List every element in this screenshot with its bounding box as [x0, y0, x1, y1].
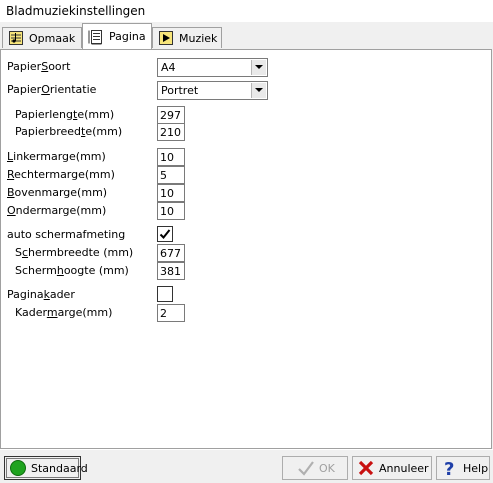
tab-opmaak[interactable]: Opmaak — [2, 27, 82, 48]
auto-screen-label: auto schermafmeting — [7, 228, 126, 241]
help-button-label: Help — [463, 461, 489, 475]
annuleer-button[interactable]: Annuleer — [352, 456, 432, 480]
chevron-down-icon[interactable] — [251, 60, 266, 75]
page-frame-checkbox[interactable] — [157, 286, 173, 302]
frame-margin-label: Kadermarge(mm) — [15, 306, 113, 319]
standaard-button[interactable]: Standaard — [4, 456, 88, 480]
ok-button-label: OK — [319, 461, 335, 475]
help-button[interactable]: ? Help — [436, 456, 490, 480]
title-bar: Bladmuziekinstellingen — [0, 0, 493, 22]
top-margin-row: Bovenmarge(mm) 10 — [0, 184, 493, 202]
tab-pagina-label: Pagina — [109, 30, 146, 43]
page-frame-row: Paginakader — [0, 286, 493, 304]
page-frame-label: Paginakader — [7, 288, 75, 301]
right-margin-row: Rechtermarge(mm) 5 — [0, 166, 493, 184]
music-sheet-icon — [8, 30, 24, 46]
right-margin-input[interactable]: 5 — [157, 166, 185, 184]
chevron-down-icon[interactable] — [251, 83, 266, 98]
auto-screen-row: auto schermafmeting — [0, 226, 493, 244]
question-icon: ? — [441, 459, 459, 480]
top-margin-label: Bovenmarge(mm) — [7, 186, 108, 199]
standaard-button-label: Standaard — [31, 461, 88, 475]
frame-margin-input[interactable]: 2 — [157, 304, 185, 322]
right-margin-label: Rechtermarge(mm) — [7, 168, 115, 181]
page-icon — [88, 29, 104, 45]
left-margin-row: Linkermarge(mm) 10 — [0, 148, 493, 166]
green-circle-icon — [9, 459, 27, 477]
paper-width-label: Papierbreedte(mm) — [15, 125, 123, 138]
left-margin-input[interactable]: 10 — [157, 148, 185, 166]
bottom-margin-label: Ondermarge(mm) — [7, 204, 107, 217]
screen-width-input[interactable]: 677 — [157, 244, 185, 262]
annuleer-button-label: Annuleer — [379, 461, 429, 475]
ok-button[interactable]: OK — [282, 456, 348, 480]
paper-width-input[interactable]: 210 — [157, 123, 185, 141]
frame-margin-row: Kadermarge(mm) 2 — [0, 304, 493, 322]
window-title: Bladmuziekinstellingen — [6, 4, 146, 18]
bottom-margin-input[interactable]: 10 — [157, 202, 185, 220]
screen-height-row: Schermhoogte (mm) 381 — [0, 262, 493, 280]
paper-type-row: PapierSoort A4 — [0, 58, 493, 77]
paper-width-row: Papierbreedte(mm) 210 — [0, 123, 493, 141]
auto-screen-checkbox[interactable] — [157, 226, 173, 242]
check-icon — [159, 229, 171, 239]
paper-type-value: A4 — [161, 61, 176, 74]
screen-width-label: Schermbreedte (mm) — [15, 246, 134, 259]
play-icon — [158, 30, 174, 46]
close-icon — [357, 459, 375, 477]
tab-muziek-label: Muziek — [179, 31, 218, 45]
screen-height-input[interactable]: 381 — [157, 262, 185, 280]
top-margin-input[interactable]: 10 — [157, 184, 185, 202]
tab-strip: Opmaak Pagina Muziek — [0, 22, 493, 50]
orientation-value: Portret — [161, 84, 199, 97]
tab-pagina[interactable]: Pagina — [82, 23, 152, 49]
paper-type-label: PapierSoort — [7, 60, 71, 73]
paper-length-row: Papierlengte(mm) 297 — [0, 106, 493, 124]
orientation-select[interactable]: Portret — [157, 81, 268, 100]
paper-type-select[interactable]: A4 — [157, 58, 268, 77]
check-icon — [297, 459, 315, 477]
tab-muziek[interactable]: Muziek — [152, 27, 222, 48]
orientation-row: PapierOrientatie Portret — [0, 81, 493, 100]
orientation-label: PapierOrientatie — [7, 83, 97, 96]
left-margin-label: Linkermarge(mm) — [7, 150, 106, 163]
svg-text:?: ? — [444, 459, 454, 477]
screen-width-row: Schermbreedte (mm) 677 — [0, 244, 493, 262]
screen-height-label: Schermhoogte (mm) — [15, 264, 129, 277]
tab-opmaak-label: Opmaak — [29, 31, 76, 45]
button-bar: Standaard OK Annuleer ? Help — [0, 449, 493, 483]
bottom-margin-row: Ondermarge(mm) 10 — [0, 202, 493, 220]
paper-length-input[interactable]: 297 — [157, 106, 185, 124]
paper-length-label: Papierlengte(mm) — [15, 108, 115, 121]
